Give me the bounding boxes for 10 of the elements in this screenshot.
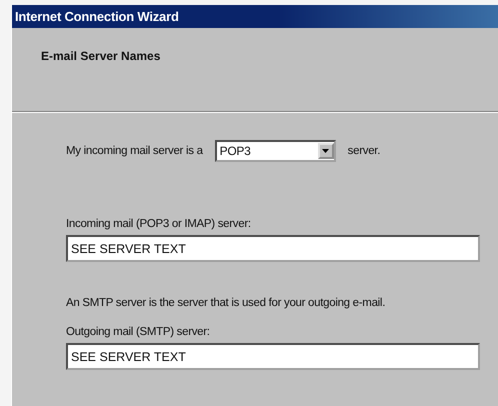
outgoing-server-field[interactable]: SEE SERVER TEXT <box>66 343 480 370</box>
server-suffix-label: server. <box>348 145 380 157</box>
outgoing-server-label: Outgoing mail (SMTP) server: <box>66 326 211 338</box>
window-title: Internet Connection Wizard <box>15 9 179 24</box>
server-type-label: My incoming mail server is a <box>66 145 203 157</box>
page-heading: E-mail Server Names <box>41 49 160 63</box>
smtp-description: An SMTP server is the server that is used for your outgoing e-mail. <box>66 297 386 309</box>
incoming-server-field[interactable]: SEE SERVER TEXT <box>66 235 480 262</box>
incoming-server-label: Incoming mail (POP3 or IMAP) server: <box>66 218 252 230</box>
server-type-dropdown[interactable]: POP3 <box>214 140 336 162</box>
